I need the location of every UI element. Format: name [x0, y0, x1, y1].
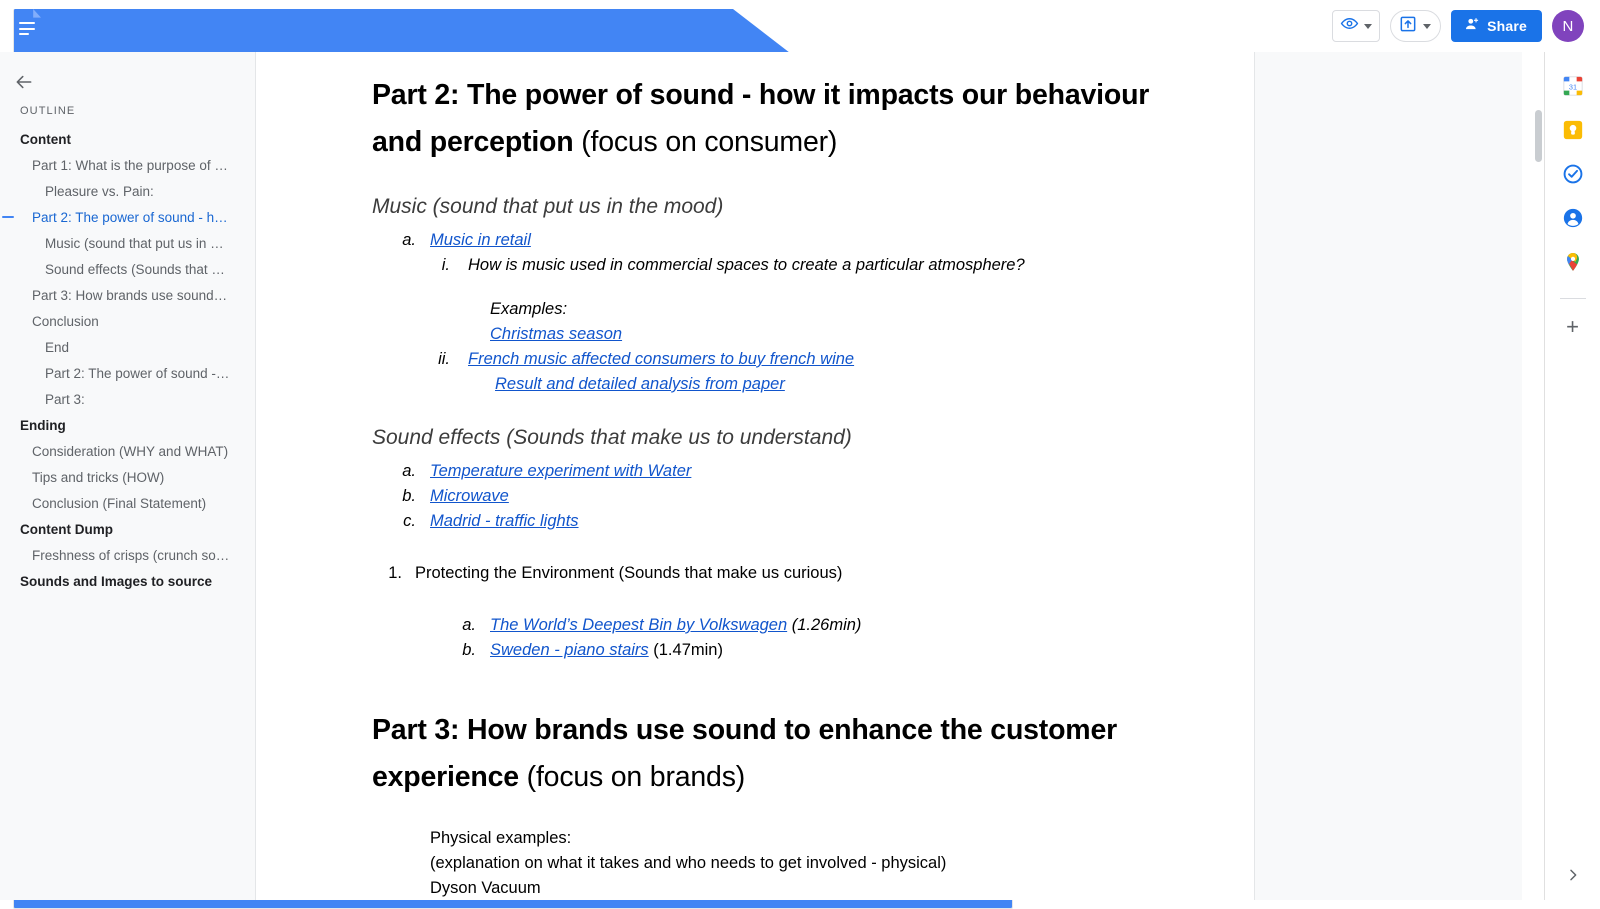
eye-icon [1340, 14, 1359, 38]
examples-label: Examples: [490, 300, 568, 318]
list-item: b. Microwave [372, 484, 1194, 509]
outline-item-conclusion[interactable]: Conclusion [0, 308, 244, 334]
list-marker: 1. [388, 564, 402, 582]
link-french-music-wine[interactable]: French music affected consumers to buy f… [468, 350, 854, 368]
list-marker: a. [402, 462, 416, 480]
heading-part-2-regular: (focus on consumer) [573, 126, 838, 158]
link-microwave[interactable]: Microwave [430, 487, 509, 505]
link-sweden-piano-stairs[interactable]: Sweden - piano stairs [490, 641, 649, 659]
outline-item-end[interactable]: End [0, 334, 244, 360]
list-item: i. How is music used in commercial space… [372, 253, 1194, 278]
list-marker: b. [402, 487, 416, 505]
section-heading-sound-effects: Sound effects (Sounds that make us to un… [372, 426, 852, 449]
back-arrow-icon[interactable] [12, 70, 36, 94]
heading-part-2: Part 2: The power of sound - how it impa… [372, 72, 1194, 166]
document-content[interactable]: Part 2: The power of sound - how it impa… [256, 52, 1254, 900]
header-actions: Share N [1332, 10, 1584, 42]
google-apps-side-panel: 31 + [1544, 52, 1600, 900]
chevron-down-icon [1423, 23, 1432, 29]
protecting-environment-text: Protecting the Environment (Sounds that … [415, 564, 843, 582]
google-tasks-icon[interactable] [1553, 154, 1593, 194]
list-marker: i. [441, 256, 450, 274]
link-christmas-season[interactable]: Christmas season [490, 325, 622, 343]
duration-piano-stairs: (1.47min) [648, 641, 723, 659]
duration-deepest-bin: (1.26min) [787, 616, 862, 634]
outline-item-tips-and-tricks[interactable]: Tips and tricks (HOW) [0, 464, 244, 490]
list-item: a. Temperature experiment with Water [372, 459, 1194, 484]
document-outline-panel: OUTLINE Content Part 1: What is the purp… [0, 52, 254, 900]
list-item: ii. French music affected consumers to b… [372, 347, 1194, 372]
document-page[interactable]: Part 2: The power of sound - how it impa… [255, 52, 1255, 900]
outline-item-freshness-of-crisps[interactable]: Freshness of crisps (crunch so… [0, 542, 244, 568]
list-item: c. Madrid - traffic lights [372, 509, 1194, 534]
list-marker: a. [462, 616, 476, 634]
outline-item-part-3-short[interactable]: Part 3: [0, 386, 244, 412]
link-music-in-retail[interactable]: Music in retail [430, 231, 531, 249]
avatar[interactable]: N [1552, 10, 1584, 42]
outline-item-pleasure-vs-pain[interactable]: Pleasure vs. Pain: [0, 178, 244, 204]
share-button-label: Share [1487, 18, 1527, 34]
outline-item-content-dump[interactable]: Content Dump [0, 516, 244, 542]
heading-part-3: Part 3: How brands use sound to enhance … [372, 707, 1194, 801]
outline-item-part-3[interactable]: Part 3: How brands use sound … [0, 282, 244, 308]
link-madrid-traffic-lights[interactable]: Madrid - traffic lights [430, 512, 579, 530]
link-temperature-experiment[interactable]: Temperature experiment with Water [430, 462, 691, 480]
outline-item-sounds-and-images[interactable]: Sounds and Images to source [0, 568, 244, 594]
music-question-text: How is music used in commercial spaces t… [468, 256, 1025, 274]
google-docs-icon[interactable] [13, 9, 1013, 909]
result-analysis-line: Result and detailed analysis from paper [372, 372, 1194, 397]
list-marker: a. [402, 231, 416, 249]
outline-item-sound-effects[interactable]: Sound effects (Sounds that … [0, 256, 244, 282]
present-upload-icon [1398, 14, 1418, 39]
link-result-and-analysis[interactable]: Result and detailed analysis from paper [495, 375, 785, 393]
plus-icon: + [1566, 314, 1579, 339]
heading-part-3-regular: (focus on brands) [518, 761, 746, 793]
view-mode-button[interactable] [1332, 10, 1381, 42]
present-button[interactable] [1390, 10, 1442, 42]
outline-item-consideration[interactable]: Consideration (WHY and WHAT) [0, 438, 244, 464]
list-marker: b. [462, 641, 476, 659]
outline-item-part-2[interactable]: Part 2: The power of sound - h… [0, 204, 244, 230]
share-button[interactable]: Share [1451, 10, 1542, 42]
google-contacts-icon[interactable] [1553, 198, 1593, 238]
svg-text:31: 31 [1568, 83, 1576, 92]
outline-item-part-2-duplicate[interactable]: Part 2: The power of sound -… [0, 360, 244, 386]
google-keep-icon[interactable] [1553, 110, 1593, 150]
google-calendar-icon[interactable]: 31 [1553, 66, 1593, 106]
outline-item-music[interactable]: Music (sound that put us in … [0, 230, 244, 256]
physical-examples-label: Physical examples: [430, 829, 572, 847]
physical-examples-explanation: (explanation on what it takes and who ne… [430, 854, 947, 872]
google-maps-icon[interactable] [1553, 242, 1593, 282]
document-scrollbar[interactable] [1535, 110, 1542, 162]
outline-header: OUTLINE [20, 105, 76, 117]
outline-item-content[interactable]: Content [0, 126, 244, 152]
list-item: 1. Protecting the Environment (Sounds th… [372, 561, 1194, 586]
list-item: b. Sweden - piano stairs (1.47min) [372, 638, 1194, 663]
link-worlds-deepest-bin[interactable]: The World’s Deepest Bin by Volkswagen [490, 616, 787, 634]
section-heading-music: Music (sound that put us in the mood) [372, 195, 724, 218]
chevron-right-icon[interactable] [1558, 860, 1588, 890]
examples-links: Christmas season [372, 322, 1194, 347]
person-add-icon [1463, 16, 1480, 36]
list-item: a. Music in retail [372, 228, 1194, 253]
side-panel-divider [1559, 298, 1586, 299]
list-marker: c. [403, 512, 416, 530]
list-marker: ii. [438, 350, 450, 368]
dyson-vacuum-line: Dyson Vacuum [430, 879, 541, 897]
add-app-button[interactable]: + [1553, 307, 1593, 347]
chevron-down-icon [1364, 23, 1373, 29]
outline-item-ending[interactable]: Ending [0, 412, 244, 438]
outline-item-part-1[interactable]: Part 1: What is the purpose of … [0, 152, 244, 178]
outline-item-conclusion-final[interactable]: Conclusion (Final Statement) [0, 490, 244, 516]
list-item: a. The World’s Deepest Bin by Volkswagen… [372, 613, 1194, 638]
app-header: Brand week 2019 Sound: Content Structure… [0, 0, 1600, 909]
document-canvas: Part 2: The power of sound - how it impa… [254, 52, 1522, 900]
